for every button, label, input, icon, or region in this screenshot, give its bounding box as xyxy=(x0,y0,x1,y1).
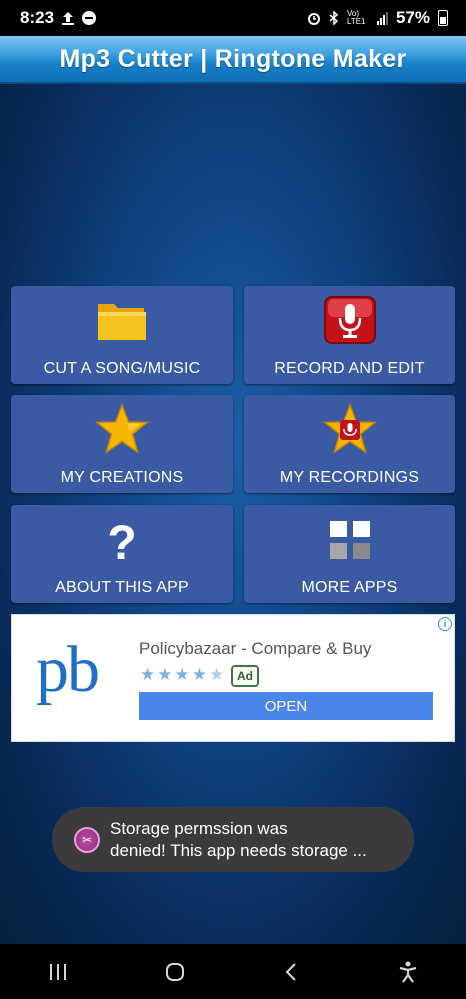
ad-logo: pb xyxy=(36,633,100,706)
accessibility-icon xyxy=(399,961,417,983)
battery-icon xyxy=(438,10,448,26)
toast-text: Storage permssion was denied! This app n… xyxy=(110,818,367,862)
app-header: Mp3 Cutter | Ringtone Maker xyxy=(0,36,466,84)
accessibility-button[interactable] xyxy=(378,952,438,992)
my-recordings-tile[interactable]: MY RECORDINGS xyxy=(244,395,455,493)
svg-text:?: ? xyxy=(107,517,136,565)
star-icon xyxy=(94,403,150,454)
ad-rating-stars: ★★★★★ xyxy=(140,665,227,684)
status-left: 8:23 xyxy=(20,8,97,28)
home-button[interactable] xyxy=(145,952,205,992)
tile-label: MY CREATIONS xyxy=(60,469,184,486)
upload-icon xyxy=(62,12,75,25)
recents-icon xyxy=(50,963,67,980)
tile-label: MY RECORDINGS xyxy=(279,469,420,486)
navigation-bar xyxy=(0,944,466,999)
tile-label: RECORD AND EDIT xyxy=(274,360,425,377)
tile-label: ABOUT THIS APP xyxy=(55,579,189,596)
alarm-icon xyxy=(307,13,320,25)
home-icon xyxy=(165,962,184,981)
ad-open-button[interactable]: OPEN xyxy=(139,692,433,720)
my-creations-tile[interactable]: MY CREATIONS xyxy=(11,395,233,493)
star-microphone-icon xyxy=(322,403,377,454)
tile-label: CUT A SONG/MUSIC xyxy=(43,360,201,377)
back-button[interactable] xyxy=(261,952,321,992)
bluetooth-icon xyxy=(329,11,339,25)
record-edit-tile[interactable]: RECORD AND EDIT xyxy=(244,286,455,384)
ad-badge: Ad xyxy=(231,665,259,687)
notification-icon xyxy=(82,11,97,25)
ad-info-icon[interactable]: i xyxy=(438,617,452,631)
recents-button[interactable] xyxy=(28,952,88,992)
ad-banner[interactable]: pb Policybazaar - Compare & Buy ★★★★★ Ad… xyxy=(11,614,455,742)
status-right: Vo) LTE1 57% xyxy=(307,8,448,28)
microphone-icon xyxy=(323,296,376,344)
signal-icon xyxy=(376,11,388,25)
toast-message: ✂ Storage permssion was denied! This app… xyxy=(52,807,414,872)
main-content: CUT A SONG/MUSIC RECORD AND EDIT MY CREA… xyxy=(0,84,466,944)
about-app-tile[interactable]: ? ABOUT THIS APP xyxy=(11,505,233,603)
folder-icon xyxy=(98,304,146,340)
battery-percent: 57% xyxy=(395,8,430,27)
question-icon: ? xyxy=(107,517,136,565)
tile-label: MORE APPS xyxy=(301,579,398,596)
toast-line-2: denied! This app needs storage ... xyxy=(110,840,367,860)
volte-icon: Vo) LTE1 xyxy=(346,9,366,26)
status-bar: 8:23 Vo) LTE1 57% xyxy=(0,0,466,36)
app-scissors-icon: ✂ xyxy=(74,826,100,853)
grid-icon xyxy=(329,521,370,559)
more-apps-tile[interactable]: MORE APPS xyxy=(244,505,455,603)
status-time: 8:23 xyxy=(20,8,55,27)
cut-song-tile[interactable]: CUT A SONG/MUSIC xyxy=(11,286,233,384)
back-icon xyxy=(285,962,296,981)
app-title: Mp3 Cutter | Ringtone Maker xyxy=(59,44,407,73)
ad-title[interactable]: Policybazaar - Compare & Buy xyxy=(139,639,371,659)
toast-line-1: Storage permssion was xyxy=(110,818,288,838)
